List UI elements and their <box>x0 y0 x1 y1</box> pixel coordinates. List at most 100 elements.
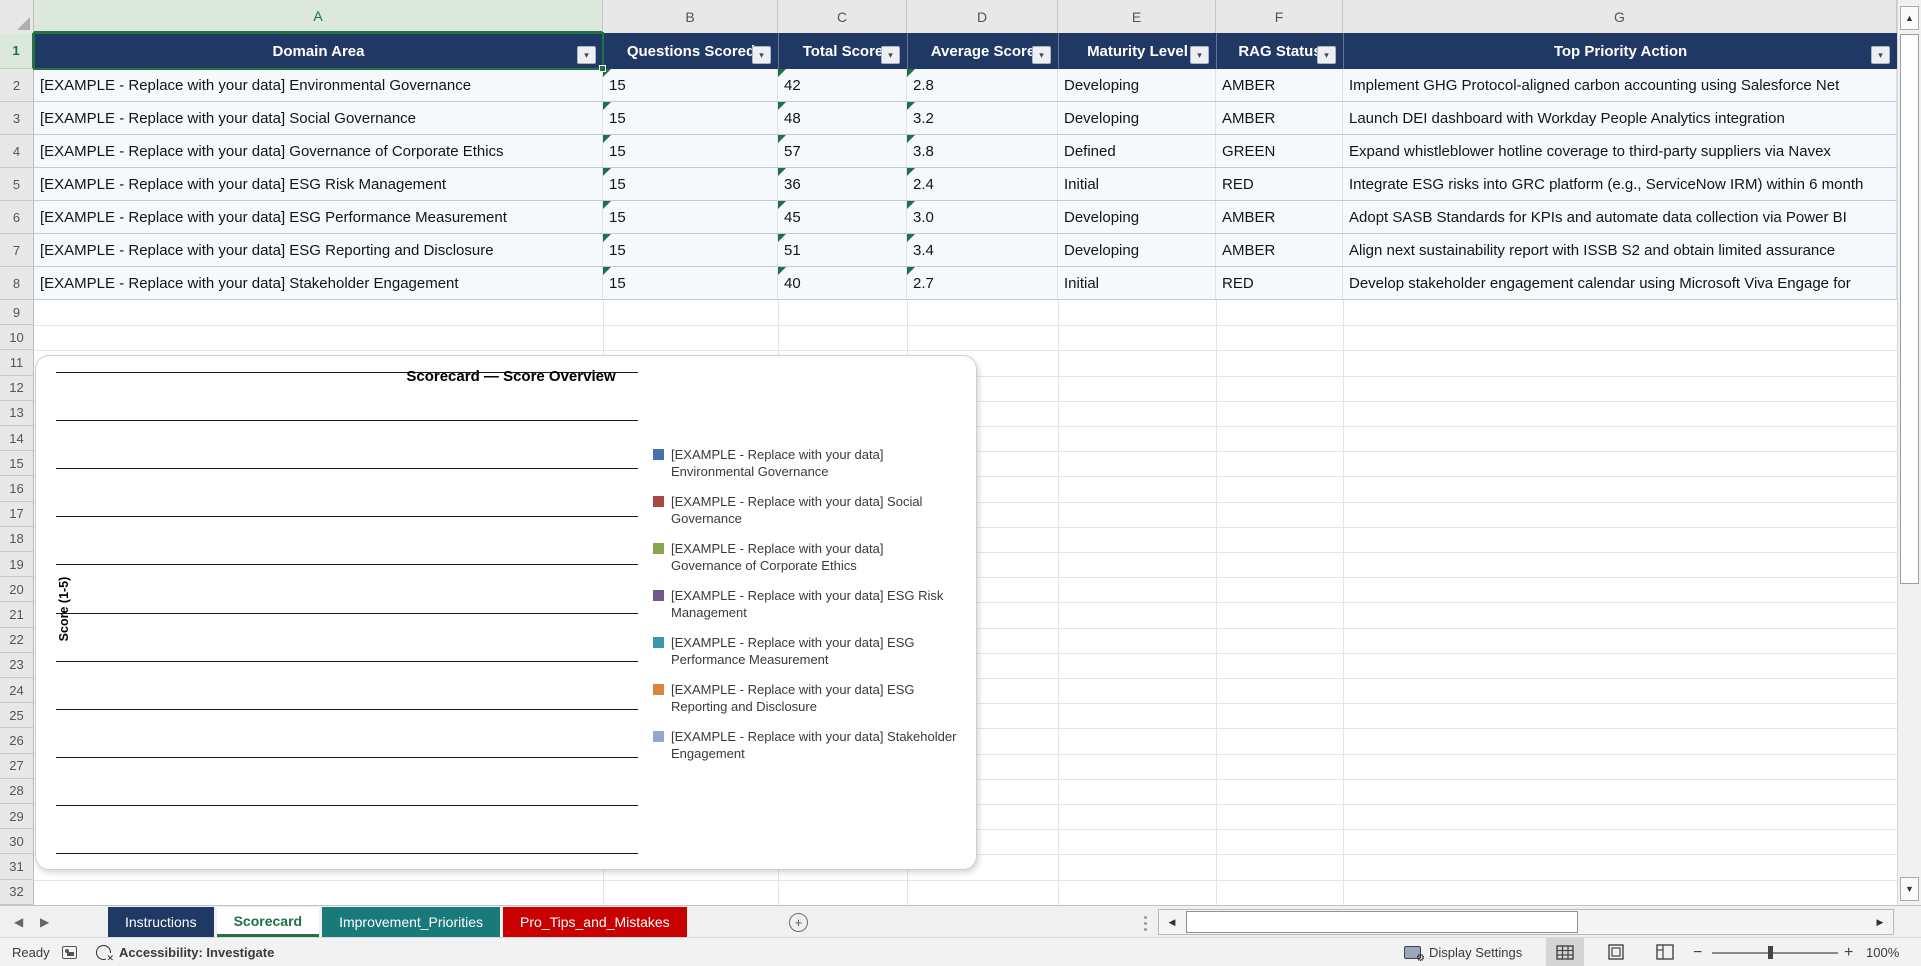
filter-button[interactable]: ▾ <box>1032 46 1051 64</box>
sheet-nav-right[interactable]: ▶ <box>40 915 49 929</box>
sheet-tab-improvement-priorities[interactable]: Improvement_Priorities <box>322 907 501 937</box>
legend-label: [EXAMPLE - Replace with your data] Gover… <box>671 541 884 573</box>
cell-total[interactable]: 45 <box>778 201 907 233</box>
cell-rag[interactable]: RED <box>1216 267 1343 299</box>
filter-button[interactable]: ▾ <box>752 46 771 64</box>
cell-avg[interactable]: 2.7 <box>907 267 1058 299</box>
cell-total[interactable]: 42 <box>778 69 907 101</box>
error-indicator-icon <box>778 168 786 176</box>
cell-action[interactable]: Integrate ESG risks into GRC platform (e… <box>1343 168 1897 200</box>
cell-rag[interactable]: AMBER <box>1216 102 1343 134</box>
table-header-maturity-level[interactable]: Maturity Level ▾ <box>1058 33 1216 69</box>
display-settings-button[interactable]: Display Settings <box>1404 938 1522 966</box>
cell-maturity[interactable]: Developing <box>1058 234 1216 266</box>
embedded-bar-chart[interactable]: Scorecard — Score Overview Score (1-5) [EX… <box>35 355 977 870</box>
scroll-down-button[interactable]: ▼ <box>1900 877 1919 901</box>
table-header-average-score[interactable]: Average Score ▾ <box>907 33 1058 69</box>
scroll-right-button[interactable]: ▶ <box>1869 911 1891 933</box>
cell-maturity[interactable]: Defined <box>1058 135 1216 167</box>
cell-domain[interactable]: [EXAMPLE - Replace with your data] Gover… <box>34 135 603 167</box>
horizontal-scrollbar-thumb[interactable] <box>1186 911 1578 933</box>
cell-maturity[interactable]: Initial <box>1058 168 1216 200</box>
cell-action[interactable]: Launch DEI dashboard with Workday People… <box>1343 102 1897 134</box>
zoom-in-button[interactable]: + <box>1844 938 1853 966</box>
filter-button[interactable]: ▾ <box>1317 46 1336 64</box>
sheet-tab-scorecard[interactable]: Scorecard <box>216 907 320 937</box>
macro-record-button[interactable] <box>62 938 77 966</box>
cell-action[interactable]: Align next sustainability report with IS… <box>1343 234 1897 266</box>
cell-questions[interactable]: 15 <box>603 201 778 233</box>
filter-button[interactable]: ▾ <box>1190 46 1209 64</box>
cell-maturity[interactable]: Developing <box>1058 102 1216 134</box>
cell-questions[interactable]: 15 <box>603 69 778 101</box>
cell-questions[interactable]: 15 <box>603 168 778 200</box>
horizontal-scrollbar[interactable]: ◀ ▶ <box>1158 909 1894 935</box>
error-indicator-icon <box>603 135 611 143</box>
accessibility-label: Accessibility: Investigate <box>119 945 275 960</box>
cell-avg[interactable]: 3.8 <box>907 135 1058 167</box>
cell-rag[interactable]: GREEN <box>1216 135 1343 167</box>
sheet-tab-instructions[interactable]: Instructions <box>108 907 214 937</box>
table-header-total-score[interactable]: Total Score ▾ <box>778 33 907 69</box>
cell-total[interactable]: 48 <box>778 102 907 134</box>
filter-button[interactable]: ▾ <box>881 46 900 64</box>
table-header-questions-scored[interactable]: Questions Scored ▾ <box>603 33 778 69</box>
table-header-rag-status[interactable]: RAG Status ▾ <box>1216 33 1343 69</box>
cell-avg[interactable]: 2.4 <box>907 168 1058 200</box>
cell-action[interactable]: Implement GHG Protocol-aligned carbon ac… <box>1343 69 1897 101</box>
cell-maturity[interactable]: Developing <box>1058 69 1216 101</box>
cell-maturity[interactable]: Initial <box>1058 267 1216 299</box>
cell-total[interactable]: 40 <box>778 267 907 299</box>
cell-domain[interactable]: [EXAMPLE - Replace with your data] Envir… <box>34 69 603 101</box>
cell-maturity[interactable]: Developing <box>1058 201 1216 233</box>
filter-button[interactable]: ▾ <box>577 46 596 64</box>
cell-action[interactable]: Expand whistleblower hotline coverage to… <box>1343 135 1897 167</box>
cell-total[interactable]: 36 <box>778 168 907 200</box>
cell-domain[interactable]: [EXAMPLE - Replace with your data] ESG R… <box>34 234 603 266</box>
cell-rag[interactable]: AMBER <box>1216 201 1343 233</box>
table-header-top-priority-action[interactable]: Top Priority Action ▾ <box>1343 33 1897 69</box>
cell-avg[interactable]: 3.0 <box>907 201 1058 233</box>
zoom-slider-track[interactable] <box>1712 952 1838 954</box>
cell-avg[interactable]: 3.4 <box>907 234 1058 266</box>
cell-questions[interactable]: 15 <box>603 135 778 167</box>
cell-rag[interactable]: RED <box>1216 168 1343 200</box>
legend-item: [EXAMPLE - Replace with your data] ESG P… <box>653 634 957 668</box>
error-indicator-icon <box>778 267 786 275</box>
cell-domain[interactable]: [EXAMPLE - Replace with your data] Stake… <box>34 267 603 299</box>
cell-total[interactable]: 57 <box>778 135 907 167</box>
scroll-left-button[interactable]: ◀ <box>1161 911 1183 933</box>
sheet-nav-right-icon: ▶ <box>40 915 50 929</box>
cell-domain[interactable]: [EXAMPLE - Replace with your data] ESG R… <box>34 168 603 200</box>
cell-rag[interactable]: AMBER <box>1216 234 1343 266</box>
cell-action[interactable]: Develop stakeholder engagement calendar … <box>1343 267 1897 299</box>
sheet-tab-pro-tips-and-mistakes[interactable]: Pro_Tips_and_Mistakes <box>503 907 687 937</box>
error-indicator-icon <box>907 201 915 209</box>
vertical-scrollbar-thumb[interactable] <box>1900 34 1919 584</box>
scroll-up-button[interactable]: ▲ <box>1900 6 1919 30</box>
cell-avg[interactable]: 2.8 <box>907 69 1058 101</box>
sheet-nav-left[interactable]: ◀ <box>14 915 23 929</box>
zoom-out-button[interactable]: − <box>1693 938 1702 966</box>
filter-button[interactable]: ▾ <box>1871 46 1890 64</box>
view-normal-button[interactable] <box>1546 938 1584 966</box>
table-header-domain-area[interactable]: Domain Area ▾ <box>34 33 603 69</box>
view-page-break-button[interactable] <box>1646 938 1684 966</box>
cell-questions[interactable]: 15 <box>603 102 778 134</box>
zoom-level[interactable]: 100% <box>1866 938 1899 966</box>
cell-domain[interactable]: [EXAMPLE - Replace with your data] Socia… <box>34 102 603 134</box>
zoom-slider-thumb[interactable] <box>1768 946 1773 959</box>
cell-questions[interactable]: 15 <box>603 234 778 266</box>
view-page-layout-button[interactable] <box>1597 938 1635 966</box>
cell-avg[interactable]: 3.2 <box>907 102 1058 134</box>
vertical-scrollbar[interactable]: ▲ ▼ <box>1897 0 1921 905</box>
accessibility-checker[interactable]: Accessibility: Investigate <box>96 938 274 966</box>
fill-handle[interactable] <box>599 65 606 72</box>
tab-splitter-handle[interactable] <box>1144 916 1147 931</box>
cell-rag[interactable]: AMBER <box>1216 69 1343 101</box>
cell-questions[interactable]: 15 <box>603 267 778 299</box>
cell-total[interactable]: 51 <box>778 234 907 266</box>
cell-domain[interactable]: [EXAMPLE - Replace with your data] ESG P… <box>34 201 603 233</box>
cell-action[interactable]: Adopt SASB Standards for KPIs and automa… <box>1343 201 1897 233</box>
new-sheet-button[interactable]: + <box>789 913 808 932</box>
